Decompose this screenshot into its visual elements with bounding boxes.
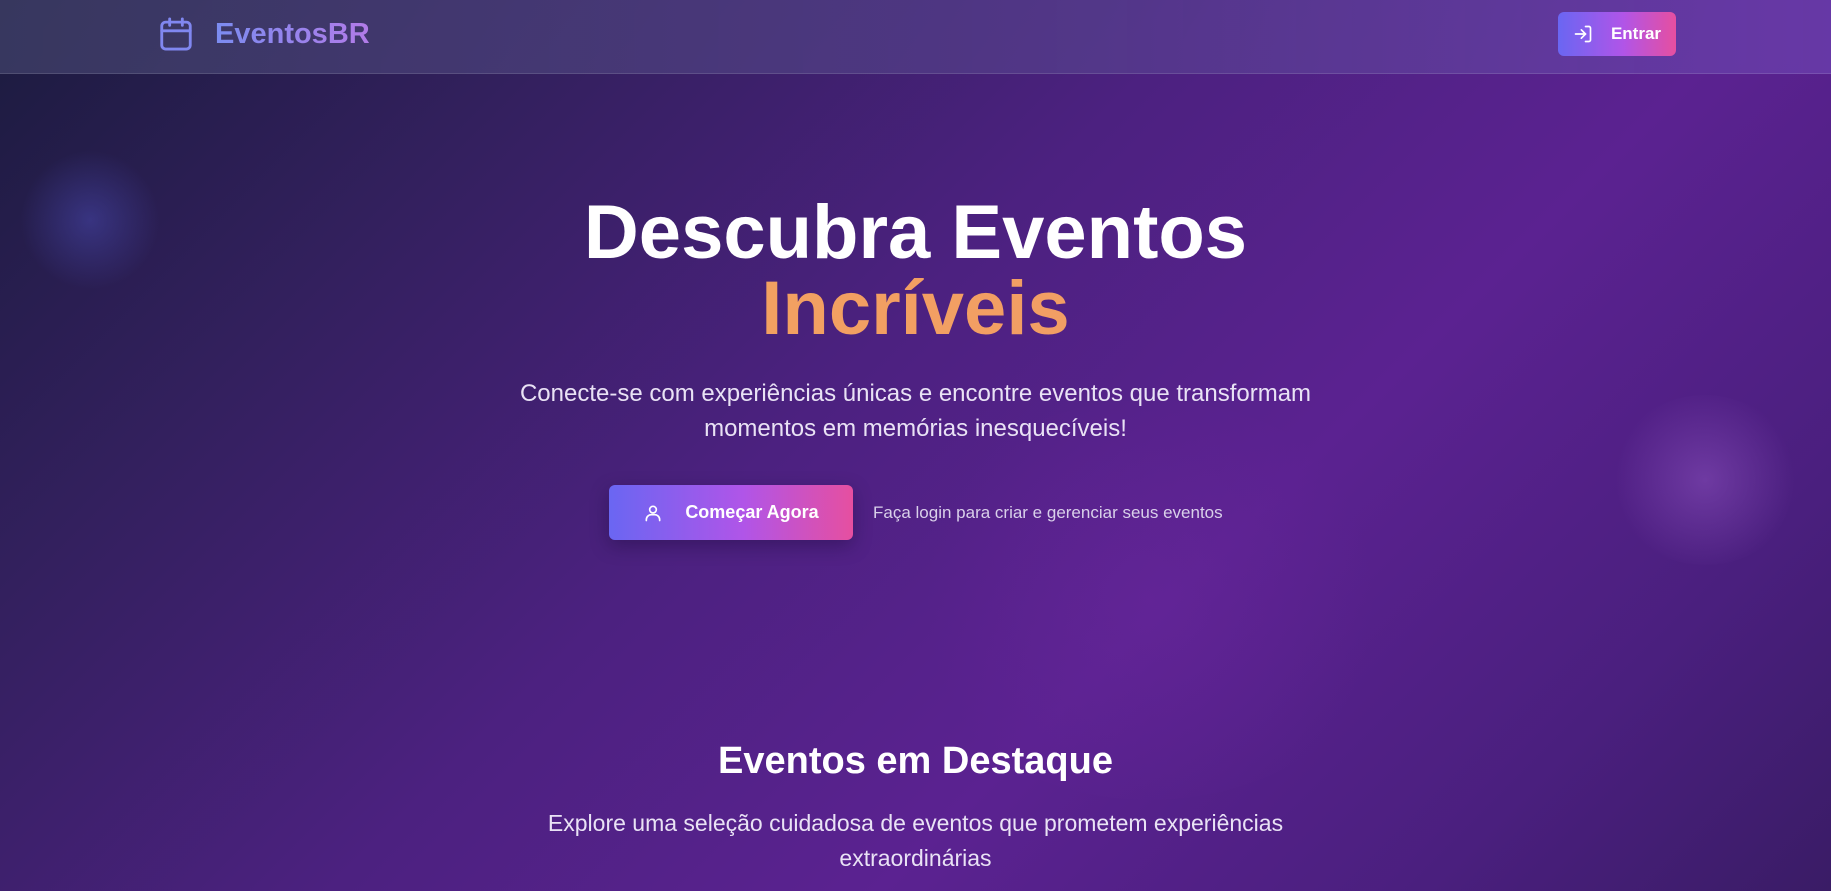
featured-subtitle-line2: extraordinárias	[839, 845, 992, 871]
login-button[interactable]: Entrar	[1558, 12, 1676, 56]
hero-subtitle-line2: momentos em memórias inesquecíveis!	[704, 415, 1127, 442]
calendar-icon	[160, 17, 192, 51]
brand-name: EventosBR	[215, 17, 370, 50]
get-started-label: Começar Agora	[685, 502, 819, 522]
log-in-icon	[1574, 25, 1592, 43]
featured-subtitle-line1: Explore uma seleção cuidadosa de eventos…	[547, 810, 1284, 836]
login-button-label: Entrar	[1610, 24, 1662, 43]
hero-title-highlight: Incríveis	[0, 271, 1831, 347]
user-icon	[645, 505, 661, 521]
featured-section-subtitle: Explore uma seleção cuidadosa de eventos…	[0, 806, 1831, 876]
brand-logo[interactable]: EventosBR	[157, 14, 370, 54]
cta-hint-text: Faça login para criar e gerenciar seus e…	[873, 502, 1223, 522]
top-navbar: EventosBR Entrar	[0, 0, 1831, 74]
hero-subtitle: Conecte-se com experiências únicas e enc…	[0, 376, 1831, 446]
get-started-button[interactable]: Começar Agora	[609, 485, 853, 540]
hero-title: Descubra Eventos Incríveis	[0, 195, 1831, 347]
featured-section-title: Eventos em Destaque	[718, 740, 1113, 782]
hero-cta-row: Começar Agora Faça login para criar e ge…	[609, 485, 1223, 540]
hero-title-line1: Descubra Eventos	[583, 190, 1248, 275]
hero-subtitle-line1: Conecte-se com experiências únicas e enc…	[519, 380, 1312, 407]
